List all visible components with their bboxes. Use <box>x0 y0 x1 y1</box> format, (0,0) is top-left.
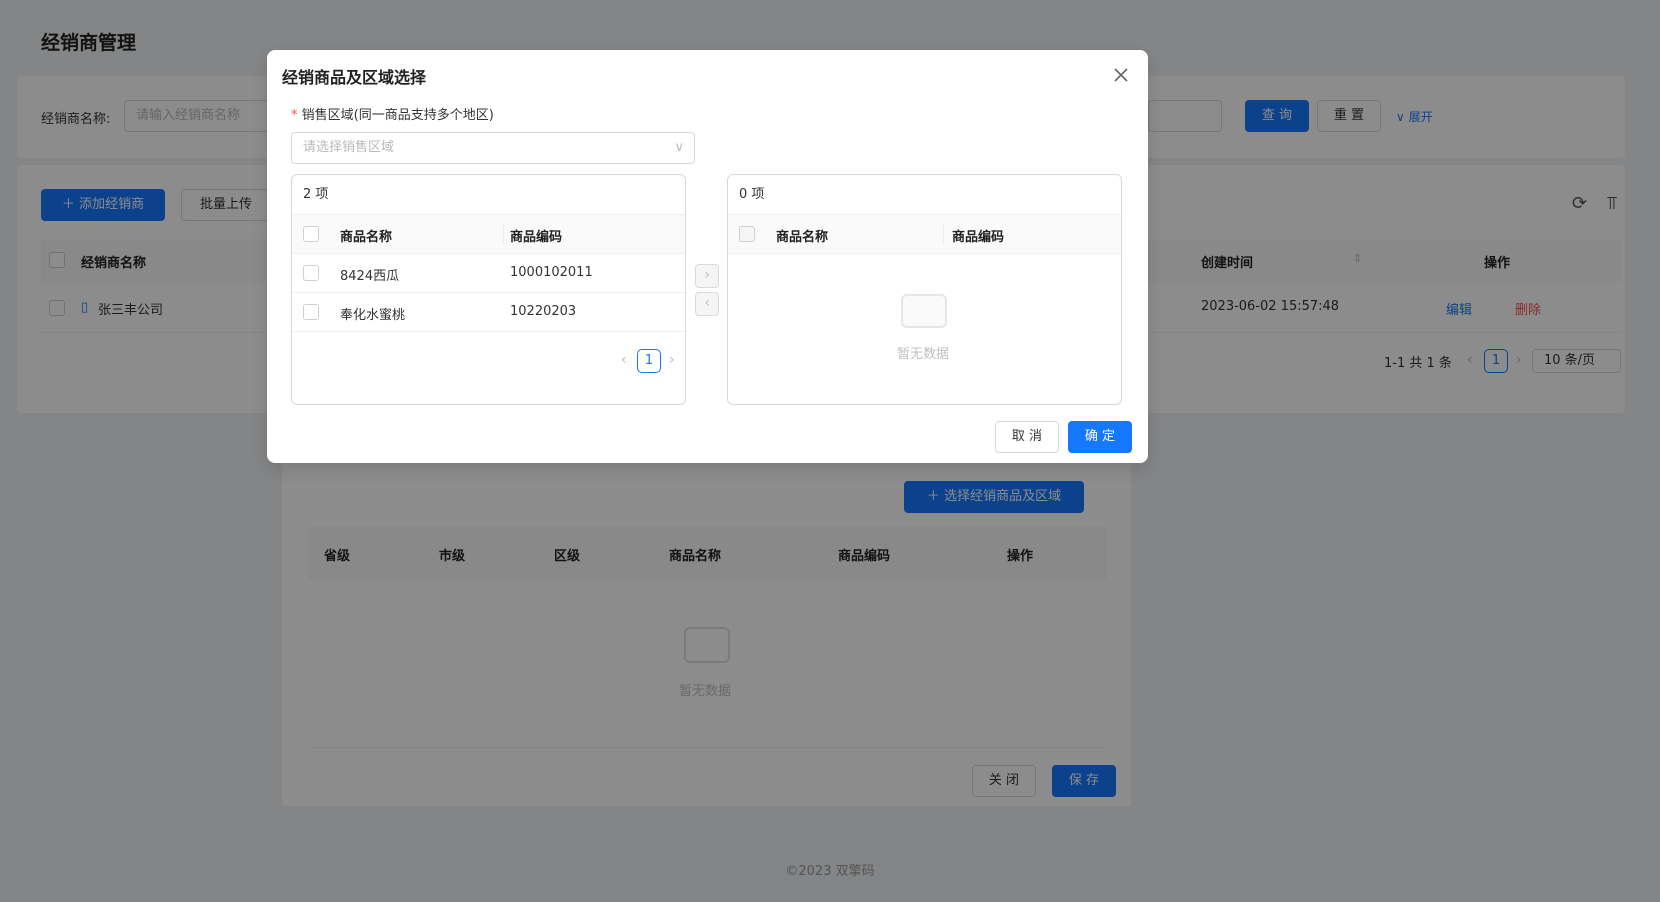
close-icon[interactable] <box>1110 64 1132 86</box>
target-select-all-checkbox[interactable] <box>739 226 755 242</box>
chevron-left-icon: ‹ <box>704 295 710 311</box>
required-mark: * <box>291 108 302 123</box>
modal-title: 经销商品及区域选择 <box>282 68 427 87</box>
chevron-down-icon: ∨ <box>674 140 684 155</box>
goods-region-modal: 经销商品及区域选择 * 销售区域(同一商品支持多个地区) 请选择销售区域 ∨ 2 … <box>267 50 1148 463</box>
source-col-code: 商品编码 <box>510 230 563 245</box>
goods-name: 8424西瓜 <box>340 269 400 284</box>
goods-code: 1000102011 <box>510 265 593 280</box>
source-count: 2 项 <box>292 175 685 215</box>
cancel-button[interactable]: 取 消 <box>995 421 1059 453</box>
source-select-all-checkbox[interactable] <box>303 226 319 242</box>
region-select[interactable]: 请选择销售区域 ∨ <box>291 132 695 164</box>
empty-inbox-icon <box>901 294 947 328</box>
target-empty-text: 暂无数据 <box>897 347 950 362</box>
source-col-name: 商品名称 <box>340 230 393 245</box>
transfer-target-list: 0 项 商品名称 商品编码 暂无数据 <box>727 174 1122 405</box>
region-label: * 销售区域(同一商品支持多个地区) <box>291 108 494 123</box>
column-divider <box>943 224 944 244</box>
goods-code: 10220203 <box>510 304 577 319</box>
move-right-button[interactable]: › <box>695 264 719 288</box>
prev-page-icon[interactable]: ‹ <box>621 352 627 368</box>
row-checkbox[interactable] <box>303 304 319 320</box>
chevron-right-icon: › <box>704 267 710 283</box>
source-page-number[interactable]: 1 <box>637 349 661 373</box>
transfer-source-list: 2 项 商品名称 商品编码 8424西瓜 1000102011 奉化水蜜桃 10… <box>291 174 686 405</box>
goods-name: 奉化水蜜桃 <box>340 308 406 323</box>
next-page-icon[interactable]: › <box>669 352 675 368</box>
target-table-header: 商品名称 商品编码 <box>728 215 1121 254</box>
source-row[interactable]: 8424西瓜 1000102011 <box>292 254 685 293</box>
move-left-button[interactable]: ‹ <box>695 292 719 316</box>
target-count: 0 项 <box>728 175 1121 215</box>
source-table-header: 商品名称 商品编码 <box>292 215 685 254</box>
confirm-button[interactable]: 确 定 <box>1068 421 1132 453</box>
column-divider <box>503 224 504 244</box>
source-row[interactable]: 奉化水蜜桃 10220203 <box>292 293 685 332</box>
row-checkbox[interactable] <box>303 265 319 281</box>
target-col-name: 商品名称 <box>776 230 829 245</box>
target-col-code: 商品编码 <box>952 230 1005 245</box>
